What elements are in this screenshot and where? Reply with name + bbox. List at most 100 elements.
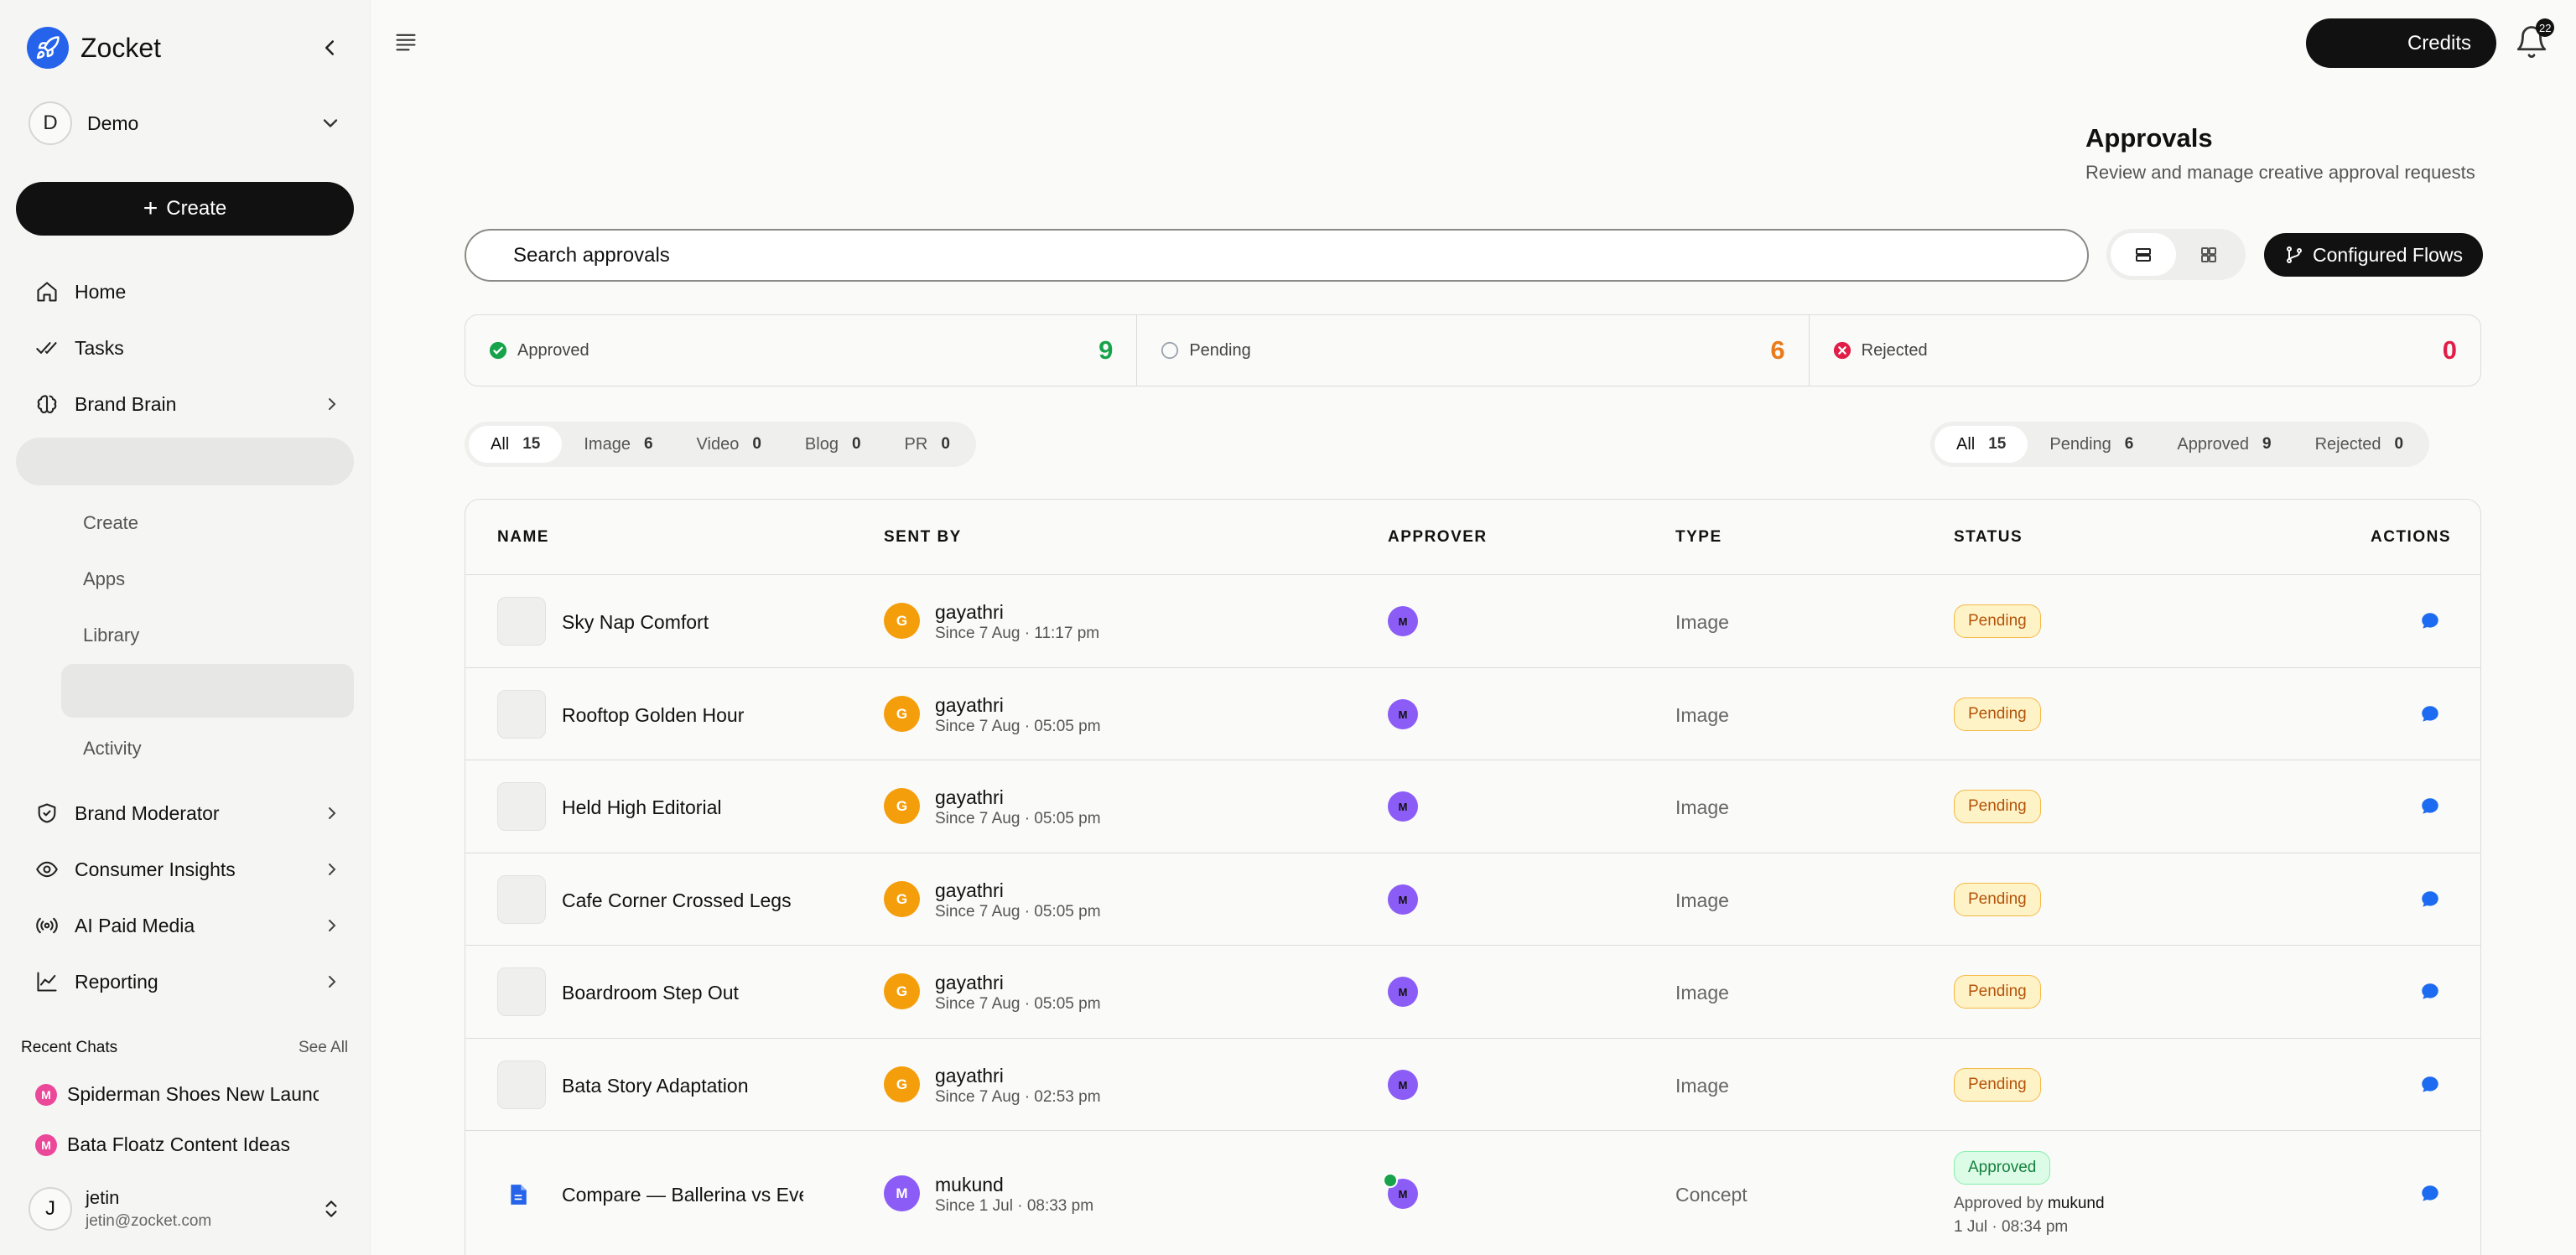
- column-header-name[interactable]: NAME: [497, 528, 549, 547]
- sidebar-item-brand-brain[interactable]: Brand Brain: [34, 387, 352, 421]
- sidebar-subitem-apps[interactable]: Apps: [83, 568, 125, 590]
- tab-label: All: [491, 434, 510, 454]
- credits-button[interactable]: Credits: [2306, 18, 2496, 68]
- workspace-switcher[interactable]: D Demo: [29, 101, 342, 145]
- type-tab-all[interactable]: All 15: [469, 426, 563, 463]
- x-circle-icon: [1833, 341, 1851, 360]
- grid-view-icon: [2201, 246, 2216, 262]
- recent-chat-item[interactable]: M Spiderman Shoes New Launch: [35, 1083, 319, 1106]
- status-tab-all[interactable]: All 15: [1935, 426, 2028, 463]
- type-tab-video[interactable]: Video 0: [675, 426, 783, 463]
- column-header-status[interactable]: STATUS: [1954, 528, 2023, 547]
- table-row[interactable]: Cafe Corner Crossed Legs G gayathri Sinc…: [465, 853, 2480, 946]
- creative-thumbnail[interactable]: [497, 690, 546, 739]
- creative-name[interactable]: Boardroom Step Out: [562, 982, 739, 1004]
- approver-avatar[interactable]: M: [1388, 606, 1418, 636]
- comment-icon[interactable]: [2419, 610, 2441, 632]
- creative-thumbnail[interactable]: [497, 875, 546, 924]
- approver-avatar[interactable]: M: [1388, 791, 1418, 822]
- table-header: NAME SENT BY APPROVER TYPE STATUS ACTION…: [465, 500, 2480, 575]
- sender-avatar: G: [884, 788, 920, 824]
- tab-label: Rejected: [2314, 434, 2381, 454]
- create-button[interactable]: + Create: [16, 182, 354, 236]
- brand[interactable]: Zocket: [27, 27, 161, 69]
- table-row[interactable]: Sky Nap Comfort G gayathri Since 7 Aug ·…: [465, 575, 2480, 668]
- line-chart-icon: [34, 968, 60, 995]
- comment-icon[interactable]: [2419, 796, 2441, 817]
- comment-icon[interactable]: [2419, 703, 2441, 725]
- table-row[interactable]: Held High Editorial G gayathri Since 7 A…: [465, 760, 2480, 853]
- menu-toggle-button[interactable]: [394, 30, 418, 54]
- approver-avatar[interactable]: M: [1388, 699, 1418, 729]
- status-tab-approved[interactable]: Approved 9: [2155, 426, 2293, 463]
- table-row[interactable]: Compare — Ballerina vs Everyday M mukund…: [465, 1131, 2480, 1255]
- tab-label: Pending: [2049, 434, 2111, 454]
- sidebar-item-ai-paid-media[interactable]: AI Paid Media: [34, 909, 352, 942]
- sender-avatar: G: [884, 603, 920, 639]
- sidebar-item-consumer-insights[interactable]: Consumer Insights: [34, 853, 352, 886]
- table-row[interactable]: Rooftop Golden Hour G gayathri Since 7 A…: [465, 668, 2480, 760]
- collapse-sidebar-button[interactable]: [317, 35, 342, 60]
- approver-avatar[interactable]: M: [1388, 884, 1418, 915]
- sidebar-subitem-create[interactable]: Create: [83, 512, 138, 534]
- comment-icon[interactable]: [2419, 981, 2441, 1003]
- creative-name[interactable]: Bata Story Adaptation: [562, 1075, 749, 1097]
- user-menu[interactable]: J jetin jetin@zocket.com: [29, 1187, 342, 1231]
- comment-icon[interactable]: [2419, 889, 2441, 910]
- table-row[interactable]: Boardroom Step Out G gayathri Since 7 Au…: [465, 946, 2480, 1039]
- creative-thumbnail[interactable]: [497, 597, 546, 646]
- approved-check-icon: [1383, 1173, 1398, 1188]
- selected-subitem[interactable]: [61, 664, 354, 718]
- creative-thumbnail[interactable]: [497, 1061, 546, 1109]
- search-input[interactable]: [465, 229, 2089, 282]
- tab-label: Approved: [2177, 434, 2249, 454]
- column-header-sent-by[interactable]: SENT BY: [884, 528, 962, 547]
- creative-name[interactable]: Sky Nap Comfort: [562, 611, 709, 634]
- chevron-right-icon: [329, 863, 336, 875]
- sender-name: gayathri: [935, 694, 1004, 716]
- status-badge: Pending: [1954, 790, 2041, 823]
- approved-by-name: mukund: [2047, 1195, 2105, 1212]
- list-view-button[interactable]: [2111, 233, 2176, 276]
- approver-avatar[interactable]: M: [1388, 1070, 1418, 1100]
- tab-count: 0: [851, 435, 861, 453]
- empty-circle-icon: [1161, 341, 1179, 360]
- stat-pending[interactable]: Pending 6: [1136, 315, 1808, 386]
- sender-avatar: G: [884, 881, 920, 917]
- comment-icon[interactable]: [2419, 1074, 2441, 1096]
- stat-value: 0: [2442, 335, 2457, 365]
- recent-chat-item[interactable]: M Bata Floatz Content Ideas: [35, 1133, 319, 1156]
- table-row[interactable]: Bata Story Adaptation G gayathri Since 7…: [465, 1039, 2480, 1131]
- sidebar-item-brand-moderator[interactable]: Brand Moderator: [34, 796, 352, 830]
- sidebar-subitem-activity[interactable]: Activity: [83, 738, 142, 760]
- selected-nav-item[interactable]: [16, 438, 354, 485]
- sidebar-item-reporting[interactable]: Reporting: [34, 965, 352, 998]
- type-tab-blog[interactable]: Blog 0: [783, 426, 883, 463]
- comment-icon[interactable]: [2419, 1183, 2441, 1205]
- status-tab-rejected[interactable]: Rejected 0: [2293, 426, 2426, 463]
- stat-approved[interactable]: Approved 9: [465, 315, 1136, 386]
- type-tab-image[interactable]: Image 6: [562, 426, 674, 463]
- sidebar-item-tasks[interactable]: Tasks: [34, 331, 352, 365]
- sidebar-item-label: Consumer Insights: [75, 858, 236, 880]
- column-header-type[interactable]: TYPE: [1675, 528, 1722, 547]
- tab-count: 0: [2394, 435, 2404, 453]
- rocket-icon: [27, 27, 69, 69]
- configured-flows-button[interactable]: Configured Flows: [2264, 233, 2483, 277]
- approver-avatar[interactable]: M: [1388, 977, 1418, 1007]
- stat-rejected[interactable]: Rejected 0: [1808, 315, 2480, 386]
- status-tab-pending[interactable]: Pending 6: [2028, 426, 2155, 463]
- see-all-link[interactable]: See All: [299, 1039, 348, 1057]
- grid-view-button[interactable]: [2176, 233, 2241, 276]
- creative-thumbnail[interactable]: [497, 782, 546, 831]
- creative-name[interactable]: Cafe Corner Crossed Legs: [562, 889, 792, 912]
- type-tab-pr[interactable]: PR 0: [883, 426, 972, 463]
- sidebar-subitem-library[interactable]: Library: [83, 625, 139, 646]
- tab-label: Blog: [804, 434, 839, 454]
- sidebar-item-home[interactable]: Home: [34, 275, 352, 309]
- creative-name[interactable]: Held High Editorial: [562, 796, 721, 819]
- creative-name[interactable]: Compare — Ballerina vs Everyday: [562, 1184, 803, 1206]
- column-header-approver[interactable]: APPROVER: [1388, 528, 1488, 547]
- creative-name[interactable]: Rooftop Golden Hour: [562, 704, 744, 727]
- creative-thumbnail[interactable]: [497, 967, 546, 1016]
